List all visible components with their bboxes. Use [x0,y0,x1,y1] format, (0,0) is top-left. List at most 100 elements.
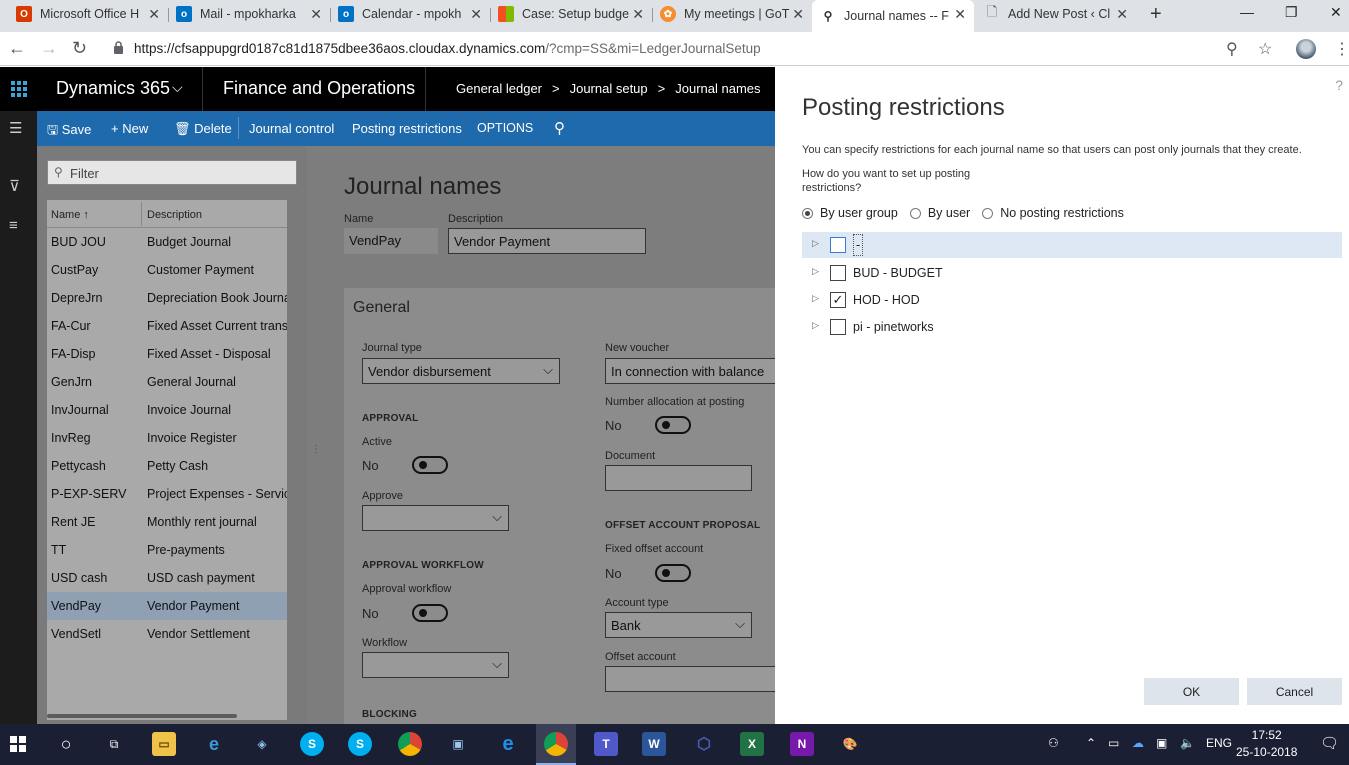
star-icon[interactable]: ☆ [1258,39,1272,59]
column-header-name[interactable]: Name ↑ [51,209,89,221]
browser-tab-office[interactable]: O Microsoft Office H ✕ [8,0,168,28]
onenote-icon[interactable]: N [790,732,814,756]
offset-account-field[interactable] [605,666,775,692]
table-row[interactable]: InvReg Invoice Register [47,424,287,452]
avatar[interactable] [1296,39,1316,59]
volume-icon[interactable]: 🔈 [1180,736,1195,750]
user-group-row[interactable]: ▷ - [802,232,1342,258]
onedrive-icon[interactable]: ☁ [1132,736,1144,750]
file-explorer-icon[interactable]: ▭ [152,732,176,756]
checkbox[interactable] [830,265,846,281]
table-row[interactable]: FA-Disp Fixed Asset - Disposal [47,340,287,368]
table-row[interactable]: Pettycash Petty Cash [47,452,287,480]
chevron-down-icon[interactable]: ⌵ [172,79,183,96]
table-row[interactable]: USD cash USD cash payment [47,564,287,592]
journal-type-select[interactable]: Vendor disbursement ⌵ [362,358,560,384]
table-row[interactable]: GenJrn General Journal [47,368,287,396]
horizontal-scrollbar[interactable] [47,714,237,718]
options-tab[interactable]: OPTIONS [477,121,533,135]
new-voucher-select[interactable]: In connection with balance [605,358,775,384]
new-button[interactable]: + New [111,121,148,136]
system-clock[interactable]: 17:52 25-10-2018 [1236,727,1297,761]
radio-by-user-group[interactable]: By user group [802,206,898,220]
close-icon[interactable]: ✕ [792,6,804,23]
back-icon[interactable]: ← [8,38,26,59]
browser-tab-meetings[interactable]: ✿ My meetings | GoT ✕ [652,0,812,28]
cancel-button[interactable]: Cancel [1247,678,1342,705]
chrome-icon[interactable] [398,732,422,756]
column-header-description[interactable]: Description [147,209,202,221]
network-icon[interactable]: ▣ [1156,736,1167,750]
approve-select[interactable]: ⌵ [362,505,509,531]
checkbox[interactable] [830,237,846,253]
expand-triangle-icon[interactable]: ▷ [812,320,819,331]
skype-icon[interactable]: S [300,732,324,756]
notification-icon[interactable]: 🗨 [1320,734,1339,752]
save-button[interactable]: 🖫 Save [47,121,91,143]
radio-button[interactable] [909,207,921,219]
breadcrumb-item[interactable]: General ledger [456,81,542,96]
browser-tab-mail[interactable]: o Mail - mpokharka ✕ [168,0,330,28]
help-icon[interactable]: ? [1335,77,1343,93]
table-row[interactable]: BUD JOU Budget Journal [47,228,287,256]
table-row[interactable]: Rent JE Monthly rent journal [47,508,287,536]
windows-start-icon[interactable] [6,732,30,756]
close-icon[interactable]: ✕ [148,6,160,23]
browser-tab-calendar[interactable]: o Calendar - mpokh ✕ [330,0,490,28]
excel-icon[interactable]: X [740,732,764,756]
word-icon[interactable]: W [642,732,666,756]
approval-workflow-toggle[interactable] [412,604,448,622]
radio-no-restrictions[interactable]: No posting restrictions [982,206,1124,220]
app-launcher-icon[interactable] [0,67,37,111]
url-field[interactable]: https://cfsappupgrd0187c81d1875dbee36aos… [134,41,761,56]
posting-restrictions-button[interactable]: Posting restrictions [352,121,462,136]
reload-icon[interactable]: ↻ [72,38,87,59]
splitter-handle[interactable]: ⋮ [311,444,321,455]
edge-icon[interactable]: e [496,732,520,756]
section-title[interactable]: General [353,299,410,317]
browser-tab-add-post[interactable]: 🗋 Add New Post ‹ Cl ✕ [976,0,1136,28]
workflow-select[interactable]: ⌵ [362,652,509,678]
close-icon[interactable]: ✕ [1116,6,1128,23]
remote-desktop-icon[interactable]: ▣ [446,732,470,756]
brand-title[interactable]: Dynamics 365 [56,78,170,99]
close-icon[interactable]: ✕ [470,6,482,23]
skype-business-icon[interactable]: S [348,732,372,756]
filter-icon[interactable]: ⊽ [9,177,20,195]
expand-triangle-icon[interactable]: ▷ [812,293,819,304]
restore-icon[interactable]: ❐ [1285,4,1298,21]
fixed-offset-toggle[interactable] [655,564,691,582]
active-toggle[interactable] [412,456,448,474]
expand-triangle-icon[interactable]: ▷ [812,266,819,277]
table-row[interactable]: InvJournal Invoice Journal [47,396,287,424]
search-icon[interactable]: ⚲ [554,119,565,137]
radio-button[interactable] [802,207,813,219]
internet-explorer-icon[interactable]: e [202,732,226,756]
browser-tab-journal-names[interactable]: ⚲ Journal names -- F ✕ [812,0,974,32]
table-row[interactable]: P-EXP-SERV Project Expenses - Servic [47,480,287,508]
close-icon[interactable]: ✕ [632,6,644,23]
document-field[interactable] [605,465,752,491]
related-info-icon[interactable]: ≡ [9,217,18,234]
hamburger-icon[interactable]: ☰ [9,119,22,137]
chrome-icon[interactable] [544,732,568,756]
expand-triangle-icon[interactable]: ▷ [812,238,819,249]
radio-by-user[interactable]: By user [909,206,970,220]
cortana-icon[interactable]: ○ [54,732,78,756]
journal-control-button[interactable]: Journal control [249,121,334,136]
teams-icon[interactable]: T [594,732,618,756]
account-type-select[interactable]: Bank ⌵ [605,612,752,638]
chevron-up-icon[interactable]: ⌃ [1086,736,1096,750]
dynamics-icon[interactable]: ⬡ [692,732,716,756]
browser-tab-case[interactable]: Case: Setup budge ✕ [490,0,652,28]
filter-input[interactable]: ⚲ Filter [47,160,297,185]
menu-icon[interactable]: ⋮ [1334,39,1349,59]
task-view-icon[interactable]: ⧉ [102,732,126,756]
table-row[interactable]: TT Pre-payments [47,536,287,564]
checkbox[interactable] [830,319,846,335]
user-group-row[interactable]: ▷ pi - pinetworks [802,314,1342,340]
forward-icon[interactable]: → [40,38,58,59]
ok-button[interactable]: OK [1144,678,1239,705]
table-row[interactable]: FA-Cur Fixed Asset Current trans [47,312,287,340]
description-field[interactable]: Vendor Payment [448,228,646,254]
